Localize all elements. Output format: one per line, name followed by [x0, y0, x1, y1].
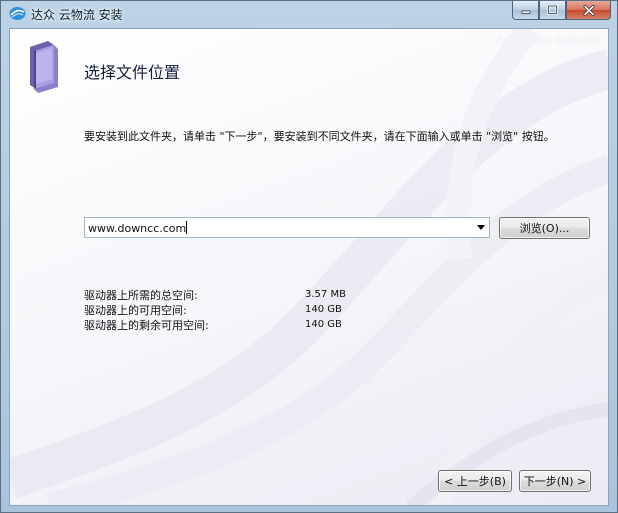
minimize-button[interactable]	[512, 1, 539, 20]
space-value-available: 140 GB	[305, 304, 342, 315]
install-path-value: www.downcc.com	[88, 221, 187, 235]
space-row: 驱动器上的剩余可用空间: 140 GB	[84, 317, 346, 332]
back-button[interactable]: < 上一步(B)	[438, 470, 512, 492]
install-path-combobox[interactable]: www.downcc.com	[84, 217, 490, 238]
space-row: 驱动器上的可用空间: 140 GB	[84, 302, 346, 317]
page-title: 选择文件位置	[84, 63, 181, 82]
space-row: 驱动器上所需的总空间: 3.57 MB	[84, 287, 346, 302]
text-caret	[186, 220, 188, 234]
space-label-remaining: 驱动器上的剩余可用空间:	[84, 318, 209, 332]
close-icon	[583, 4, 594, 16]
chevron-down-icon[interactable]	[473, 218, 489, 237]
window-controls	[512, 1, 611, 20]
maximize-icon	[547, 5, 558, 15]
maximize-button[interactable]	[539, 1, 566, 20]
minimize-icon	[521, 10, 530, 14]
install-path-input[interactable]: www.downcc.com	[85, 220, 473, 235]
space-value-remaining: 140 GB	[305, 319, 342, 330]
browse-button[interactable]: 浏览(O)...	[499, 217, 590, 239]
wizard-panel: Advanced Installer 选择文件位置 要安装到此文件夹，请单击 "…	[9, 28, 609, 506]
space-label-required: 驱动器上所需的总空间:	[84, 288, 198, 302]
space-label-available: 驱动器上的可用空间:	[84, 303, 187, 317]
folder-icon	[24, 39, 64, 93]
next-button[interactable]: 下一步(N) >	[519, 470, 591, 492]
disk-space-table: 驱动器上所需的总空间: 3.57 MB 驱动器上的可用空间: 140 GB 驱动…	[84, 287, 346, 332]
close-button[interactable]	[566, 1, 611, 20]
installer-window: 达众 云物流 安装 Advanced Installer 选择文件位置 要安装到…	[0, 0, 618, 513]
installer-watermark: Advanced Installer	[496, 34, 602, 47]
instruction-text: 要安装到此文件夹，请单击 "下一步"，要安装到不同文件夹，请在下面输入或单击 "…	[84, 130, 555, 143]
background-swoosh	[10, 29, 608, 505]
window-title: 达众 云物流 安装	[31, 8, 123, 22]
app-logo-icon	[9, 6, 26, 21]
space-value-required: 3.57 MB	[305, 289, 346, 300]
title-bar[interactable]: 达众 云物流 安装	[1, 1, 617, 27]
